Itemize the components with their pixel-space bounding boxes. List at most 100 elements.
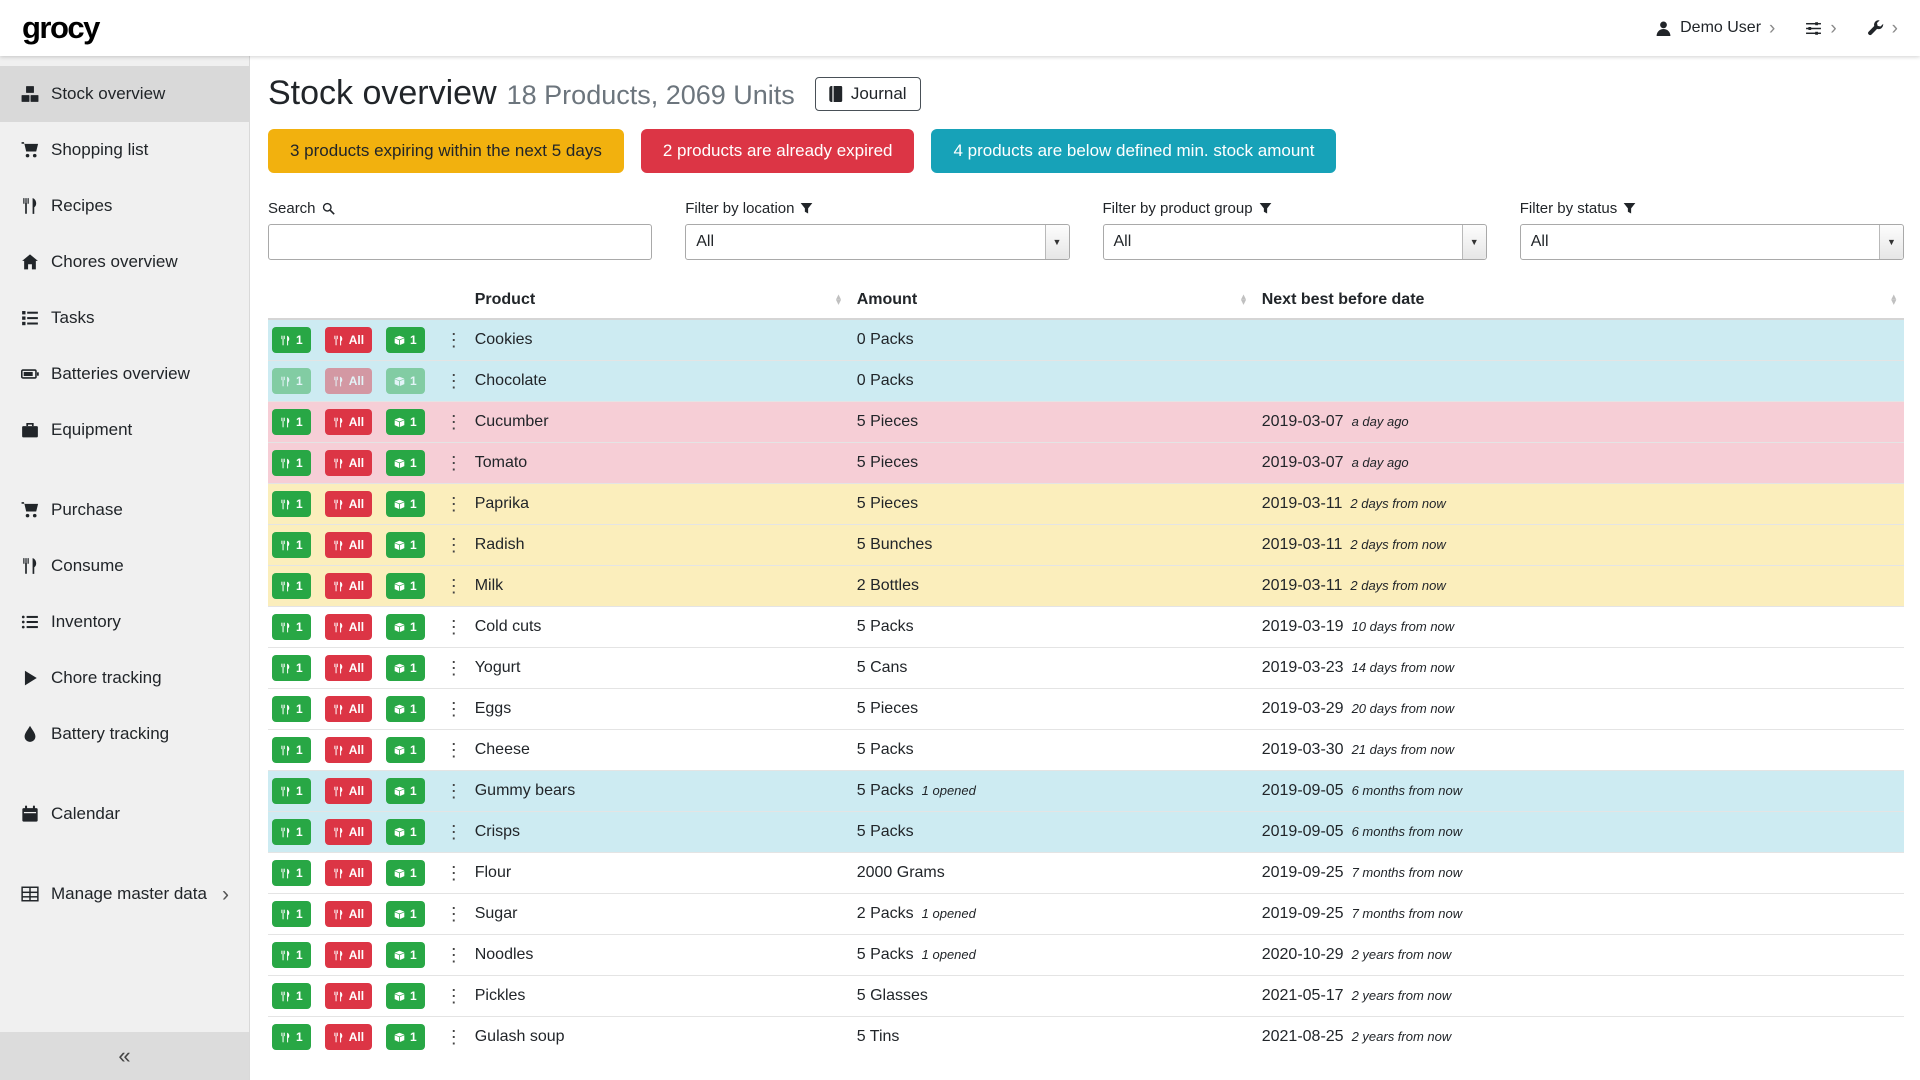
sidebar-collapse-button[interactable]: « — [0, 1032, 249, 1080]
consume-one-button[interactable]: 1 — [272, 696, 311, 722]
location-select[interactable]: All ▼ — [685, 224, 1069, 260]
consume-all-button[interactable]: All — [325, 737, 372, 763]
consume-one-button[interactable]: 1 — [272, 983, 311, 1009]
sidebar-item-stock-overview[interactable]: Stock overview — [0, 66, 249, 122]
consume-all-button[interactable]: All — [325, 327, 372, 353]
row-menu-button[interactable]: ⋮ — [445, 577, 463, 595]
sidebar-item-recipes[interactable]: Recipes — [0, 178, 249, 234]
row-menu-button[interactable]: ⋮ — [445, 741, 463, 759]
column-header-best-before[interactable]: Next best before date ▴▾ — [1254, 282, 1904, 319]
consume-one-button[interactable]: 1 — [272, 778, 311, 804]
sidebar-item-battery-tracking[interactable]: Battery tracking — [0, 706, 249, 762]
consume-one-button[interactable]: 1 — [272, 901, 311, 927]
stock-settings-menu[interactable]: › — [1805, 19, 1836, 38]
consume-all-button[interactable]: All — [325, 491, 372, 517]
app-logo[interactable]: grocy — [22, 10, 99, 46]
consume-one-button[interactable]: 1 — [272, 450, 311, 476]
consume-one-button[interactable]: 1 — [272, 327, 311, 353]
open-one-button[interactable]: 1 — [386, 860, 425, 886]
open-one-button[interactable]: 1 — [386, 368, 425, 394]
sidebar-item-chores-overview[interactable]: Chores overview — [0, 234, 249, 290]
open-one-button[interactable]: 1 — [386, 450, 425, 476]
open-one-button[interactable]: 1 — [386, 778, 425, 804]
column-header-amount[interactable]: Amount ▴▾ — [849, 282, 1254, 319]
row-menu-button[interactable]: ⋮ — [445, 700, 463, 718]
row-menu-button[interactable]: ⋮ — [445, 823, 463, 841]
journal-button[interactable]: Journal — [815, 77, 921, 111]
sidebar-item-batteries-overview[interactable]: Batteries overview — [0, 346, 249, 402]
consume-all-button[interactable]: All — [325, 1024, 372, 1050]
alert-warning[interactable]: 3 products expiring within the next 5 da… — [268, 129, 624, 173]
open-one-button[interactable]: 1 — [386, 614, 425, 640]
consume-one-button[interactable]: 1 — [272, 409, 311, 435]
open-one-button[interactable]: 1 — [386, 327, 425, 353]
alert-danger[interactable]: 2 products are already expired — [641, 129, 915, 173]
consume-all-button[interactable]: All — [325, 368, 372, 394]
row-menu-button[interactable]: ⋮ — [445, 372, 463, 390]
open-one-button[interactable]: 1 — [386, 737, 425, 763]
consume-all-button[interactable]: All — [325, 983, 372, 1009]
consume-one-button[interactable]: 1 — [272, 860, 311, 886]
consume-one-button[interactable]: 1 — [272, 942, 311, 968]
consume-all-button[interactable]: All — [325, 409, 372, 435]
column-header-product[interactable]: Product ▴▾ — [467, 282, 849, 319]
consume-one-button[interactable]: 1 — [272, 614, 311, 640]
consume-all-button[interactable]: All — [325, 573, 372, 599]
open-one-button[interactable]: 1 — [386, 491, 425, 517]
open-one-button[interactable]: 1 — [386, 983, 425, 1009]
row-menu-button[interactable]: ⋮ — [445, 987, 463, 1005]
row-menu-button[interactable]: ⋮ — [445, 454, 463, 472]
consume-one-button[interactable]: 1 — [272, 491, 311, 517]
row-menu-button[interactable]: ⋮ — [445, 1028, 463, 1046]
search-input[interactable] — [268, 224, 652, 260]
open-one-button[interactable]: 1 — [386, 655, 425, 681]
consume-all-button[interactable]: All — [325, 819, 372, 845]
row-menu-button[interactable]: ⋮ — [445, 413, 463, 431]
status-select[interactable]: All ▼ — [1520, 224, 1904, 260]
user-menu[interactable]: Demo User › — [1655, 19, 1775, 38]
sidebar-item-equipment[interactable]: Equipment — [0, 402, 249, 458]
row-menu-button[interactable]: ⋮ — [445, 946, 463, 964]
open-one-button[interactable]: 1 — [386, 942, 425, 968]
consume-all-button[interactable]: All — [325, 942, 372, 968]
consume-one-button[interactable]: 1 — [272, 368, 311, 394]
admin-menu[interactable]: › — [1867, 19, 1898, 38]
sidebar-item-manage-master-data[interactable]: Manage master data› — [0, 866, 249, 922]
sidebar-item-purchase[interactable]: Purchase — [0, 482, 249, 538]
row-menu-button[interactable]: ⋮ — [445, 331, 463, 349]
consume-all-button[interactable]: All — [325, 778, 372, 804]
open-one-button[interactable]: 1 — [386, 1024, 425, 1050]
consume-all-button[interactable]: All — [325, 901, 372, 927]
sidebar-item-inventory[interactable]: Inventory — [0, 594, 249, 650]
consume-one-button[interactable]: 1 — [272, 1024, 311, 1050]
consume-all-button[interactable]: All — [325, 614, 372, 640]
consume-one-button[interactable]: 1 — [272, 737, 311, 763]
consume-all-button[interactable]: All — [325, 532, 372, 558]
row-menu-button[interactable]: ⋮ — [445, 536, 463, 554]
consume-all-button[interactable]: All — [325, 655, 372, 681]
consume-all-button[interactable]: All — [325, 860, 372, 886]
sidebar-item-calendar[interactable]: Calendar — [0, 786, 249, 842]
open-one-button[interactable]: 1 — [386, 532, 425, 558]
sidebar-item-shopping-list[interactable]: Shopping list — [0, 122, 249, 178]
consume-one-button[interactable]: 1 — [272, 573, 311, 599]
open-one-button[interactable]: 1 — [386, 409, 425, 435]
open-one-button[interactable]: 1 — [386, 573, 425, 599]
consume-all-button[interactable]: All — [325, 696, 372, 722]
consume-one-button[interactable]: 1 — [272, 532, 311, 558]
open-one-button[interactable]: 1 — [386, 819, 425, 845]
sidebar-item-tasks[interactable]: Tasks — [0, 290, 249, 346]
sidebar-item-consume[interactable]: Consume — [0, 538, 249, 594]
product-group-select[interactable]: All ▼ — [1103, 224, 1487, 260]
row-menu-button[interactable]: ⋮ — [445, 905, 463, 923]
row-menu-button[interactable]: ⋮ — [445, 659, 463, 677]
row-menu-button[interactable]: ⋮ — [445, 495, 463, 513]
alert-info[interactable]: 4 products are below defined min. stock … — [931, 129, 1336, 173]
consume-one-button[interactable]: 1 — [272, 819, 311, 845]
row-menu-button[interactable]: ⋮ — [445, 618, 463, 636]
open-one-button[interactable]: 1 — [386, 901, 425, 927]
row-menu-button[interactable]: ⋮ — [445, 864, 463, 882]
consume-all-button[interactable]: All — [325, 450, 372, 476]
sidebar-item-chore-tracking[interactable]: Chore tracking — [0, 650, 249, 706]
row-menu-button[interactable]: ⋮ — [445, 782, 463, 800]
